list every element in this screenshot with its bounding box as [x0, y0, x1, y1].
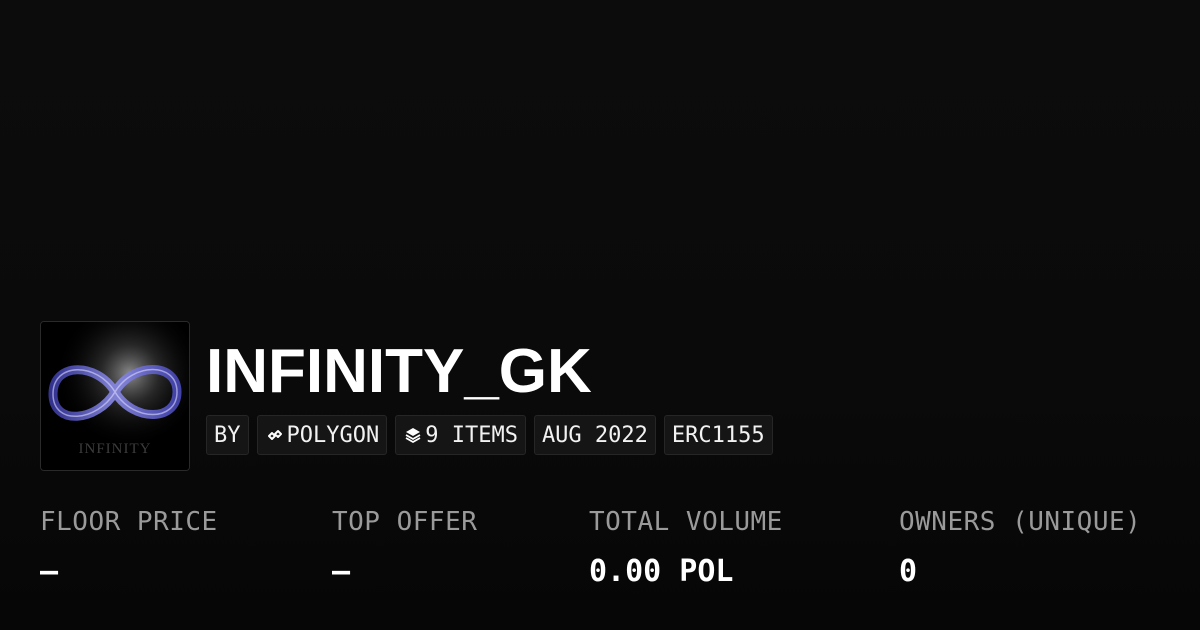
token-standard-label: ERC1155 [671, 422, 765, 448]
infinity-artwork-icon: INFINITY [41, 322, 189, 470]
items-badge[interactable]: 9 ITEMS [395, 415, 526, 455]
stat-value: – [40, 554, 59, 589]
collection-badges: BY POLYGON 9 ITEMS AUG 2022 ERC1155 [206, 415, 773, 455]
stat-label: TOTAL VOLUME [589, 507, 783, 537]
stat-floor-price: FLOOR PRICE – [40, 505, 218, 589]
stat-label: TOP OFFER [332, 507, 478, 537]
stat-label: FLOOR PRICE [40, 507, 218, 537]
thumbnail-caption: INFINITY [79, 441, 152, 457]
collection-thumbnail: INFINITY [40, 321, 190, 471]
chain-label: POLYGON [286, 422, 380, 448]
stat-label: OWNERS (UNIQUE) [899, 507, 1142, 537]
created-date-label: AUG 2022 [541, 422, 648, 448]
layers-icon [403, 425, 423, 445]
stat-owners: OWNERS (UNIQUE) 0 [899, 505, 1141, 589]
items-count-label: 9 ITEMS [425, 422, 518, 448]
stat-value: 0 [899, 554, 918, 589]
token-standard-badge: ERC1155 [663, 415, 773, 455]
stat-top-offer: TOP OFFER – [332, 505, 477, 589]
creator-by-label: BY [214, 422, 241, 448]
stat-value: 0.00 POL [589, 554, 734, 589]
stat-value: – [332, 554, 351, 589]
created-date-badge: AUG 2022 [533, 415, 656, 455]
stat-total-volume: TOTAL VOLUME 0.00 POL [589, 505, 783, 589]
creator-badge[interactable]: BY [206, 415, 249, 455]
polygon-icon [265, 425, 285, 445]
chain-badge[interactable]: POLYGON [256, 415, 388, 455]
collection-title: INFINITY_GK [206, 337, 592, 406]
collection-card: INFINITY INFINITY_GK BY POLYGON 9 ITEMS … [0, 0, 1200, 630]
